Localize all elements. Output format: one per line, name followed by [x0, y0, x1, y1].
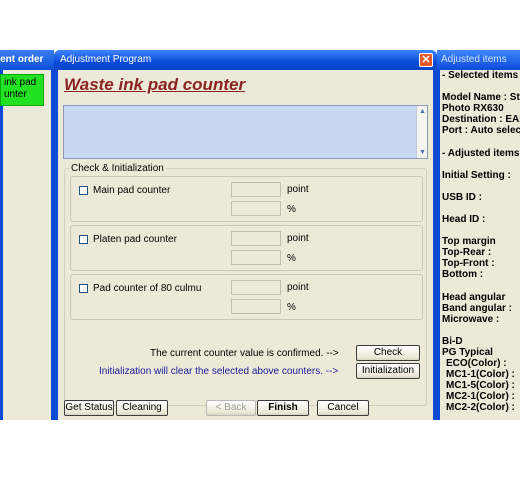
top-margin-label: Top margin — [442, 236, 496, 247]
main-pad-checkbox[interactable] — [79, 186, 88, 195]
finish-button[interactable]: Finish — [257, 400, 309, 416]
close-icon: ✕ — [421, 54, 431, 66]
platen-pad-checkbox[interactable] — [79, 235, 88, 244]
main-pad-point-unit: point — [287, 184, 309, 195]
selected-items-header: - Selected items - — [442, 70, 520, 81]
model-name-value: Photo RX630 — [442, 103, 504, 114]
message-scrollbar[interactable]: ▲ ▼ — [416, 106, 427, 158]
microwave-label: Microwave : — [442, 314, 500, 325]
mc2-1-label: MC2-1(Color) : — [446, 391, 515, 402]
page-title: Waste ink pad counter — [64, 75, 246, 94]
left-window-title: nent order — [0, 50, 54, 70]
mc1-5-label: MC1-5(Color) : — [446, 380, 515, 391]
pg-typical-label: PG Typical — [442, 347, 493, 358]
main-pad-percent-field — [231, 201, 281, 216]
scroll-down-icon[interactable]: ▼ — [418, 148, 427, 157]
platen-pad-percent-field — [231, 250, 281, 265]
main-pad-label: Main pad counter — [93, 185, 171, 196]
check-initialization-group: Check & Initialization Main pad counter … — [64, 163, 427, 406]
window-body: Waste ink pad counter ▲ ▼ Check & Initia… — [58, 70, 433, 420]
platen-pad-label: Platen pad counter — [93, 234, 177, 245]
adjusted-items-title: Adjusted items — [437, 50, 520, 70]
left-window-title-text: nent order — [0, 54, 44, 65]
back-button[interactable]: < Back — [206, 400, 256, 416]
model-name-label: Model Name : Styl — [442, 92, 520, 103]
top-front-label: Top-Front : — [442, 258, 495, 269]
mc2-2-label: MC2-2(Color) : — [446, 402, 515, 413]
usb-id-label: USB ID : — [442, 192, 482, 203]
cleaning-button[interactable]: Cleaning — [116, 400, 168, 416]
bottom-label: Bottom : — [442, 269, 484, 280]
main-pad-panel: Main pad counter point % — [70, 176, 423, 222]
confirm-info-text: The current counter value is confirmed. … — [150, 348, 339, 359]
pad-80-point-field — [231, 280, 281, 295]
pad-80-panel: Pad counter of 80 culmu point % — [70, 274, 423, 320]
pad-80-label: Pad counter of 80 culmu — [93, 283, 202, 294]
close-button[interactable]: ✕ — [419, 53, 433, 67]
pad-80-percent-field — [231, 299, 281, 314]
initialization-button[interactable]: Initialization — [356, 363, 420, 379]
cancel-button[interactable]: Cancel — [317, 400, 369, 416]
head-angular-label: Head angular — [442, 292, 506, 303]
adjusted-items-body: - Selected items - Model Name : Styl Pho… — [440, 70, 520, 420]
main-pad-percent-unit: % — [287, 204, 296, 215]
adjusted-items-header: - Adjusted items - — [442, 148, 520, 159]
band-angular-label: Band angular : — [442, 303, 513, 314]
initial-setting-label: Initial Setting : — [442, 170, 511, 181]
platen-pad-point-unit: point — [287, 233, 309, 244]
platen-pad-panel: Platen pad counter point % — [70, 225, 423, 271]
get-status-button[interactable]: Get Status — [64, 400, 114, 416]
destination-label: Destination : EAI — [442, 114, 520, 125]
bi-d-label: Bi-D — [442, 336, 463, 347]
init-info-text: Initialization will clear the selected a… — [99, 366, 339, 377]
window-titlebar: Adjustment Program ✕ — [54, 50, 437, 70]
left-window: nent order ink pad unter — [0, 50, 54, 420]
port-label: Port : Auto selecti — [442, 125, 520, 136]
adjustment-program-window: Adjustment Program ✕ Waste ink pad count… — [54, 50, 437, 420]
mc1-1-label: MC1-1(Color) : — [446, 369, 515, 380]
pad-80-checkbox[interactable] — [79, 284, 88, 293]
platen-pad-percent-unit: % — [287, 253, 296, 264]
message-textarea[interactable]: ▲ ▼ — [63, 105, 428, 159]
eco-color-label: ECO(Color) : — [446, 358, 507, 369]
head-id-label: Head ID : — [442, 214, 486, 225]
check-button[interactable]: Check — [356, 345, 420, 361]
scroll-up-icon[interactable]: ▲ — [418, 107, 427, 116]
pad-80-percent-unit: % — [287, 302, 296, 313]
adjusted-items-window: Adjusted items - Selected items - Model … — [437, 50, 520, 420]
top-rear-label: Top-Rear : — [442, 247, 492, 258]
pad-80-point-unit: point — [287, 282, 309, 293]
main-pad-point-field — [231, 182, 281, 197]
window-title: Adjustment Program — [60, 54, 152, 65]
group-label: Check & Initialization — [69, 163, 166, 174]
platen-pad-point-field — [231, 231, 281, 246]
left-selected-item[interactable]: ink pad unter — [0, 74, 44, 106]
left-window-body: ink pad unter — [0, 70, 51, 420]
